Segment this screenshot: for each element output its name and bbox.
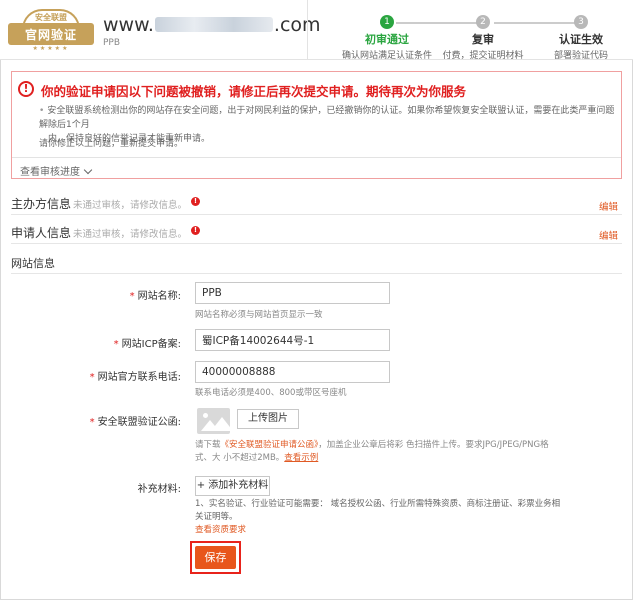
chevron-down-icon	[83, 165, 93, 175]
required-mark: *	[89, 372, 95, 383]
step-2: 2 复审 付费，提交证明材料	[428, 15, 538, 61]
alert-note: 请你修正以上问题，重新提交申请。	[39, 139, 184, 149]
edit-sponsor-link[interactable]: 编辑	[599, 199, 618, 213]
site-name-help: 网站名称必须与网站首页显示一致	[195, 310, 323, 320]
view-progress-label: 查看审核进度	[20, 167, 80, 178]
error-icon: !	[191, 197, 200, 206]
edit-applicant-link[interactable]: 编辑	[599, 228, 618, 242]
upload-help: 请下载《安全联盟验证申请公函》，加盖企业公章后将彩 色扫描件上传。要求JPG/J…	[195, 439, 560, 465]
section-status-note: 未通过审核，请修改信息。	[73, 200, 188, 211]
page-header: 安全联盟 官网验证 ★★★★★ www. .com PPB 1 初审通过 确认网站…	[0, 0, 633, 61]
section-status-note: 未通过审核，请修改信息。	[73, 229, 188, 240]
site-name-input[interactable]	[195, 282, 390, 304]
bullet-icon: •	[39, 106, 45, 116]
required-mark: *	[89, 417, 95, 428]
step-number: 3	[574, 15, 588, 29]
icp-label: * 网站ICP备案:	[11, 335, 181, 350]
progress-steps: 1 初审通过 确认网站满足认证条件 2 复审 付费，提交证明材料 3 认证生效 …	[307, 0, 633, 61]
image-placeholder-icon	[197, 408, 230, 434]
sponsor-info-section: 主办方信息 未通过审核，请修改信息。 ! 编辑	[11, 193, 622, 215]
site-short-name: PPB	[103, 38, 121, 48]
phone-help: 联系电话必须是400、800或带区号座机	[195, 388, 347, 398]
section-title: 主办方信息	[11, 197, 72, 211]
badge-top-text: 安全联盟	[35, 13, 67, 22]
alert-body-line1: 安全联盟系统检测出你的网站存在安全问题，出于对网民利益的保护，已经撤销你的认证。…	[39, 106, 615, 130]
supplementary-help: 1、实名验证、行业验证可能需要： 域名授权公函、行业所需特殊资质、商标注册证、彩…	[195, 498, 565, 537]
domain-prefix: www.	[103, 14, 154, 36]
save-button[interactable]: 保存	[195, 546, 236, 569]
step-1: 1 初审通过 确认网站满足认证条件	[332, 15, 442, 61]
icp-label-text: 网站ICP备案:	[121, 339, 181, 350]
add-supplementary-button[interactable]: + 添加补充材料	[195, 476, 270, 496]
badge-stars: ★★★★★	[32, 45, 70, 52]
revocation-alert: ! 你的验证申请因以下问题被撤销，请修正后再次提交申请。期待再次为你服务 • 安全…	[11, 71, 622, 179]
view-example-link[interactable]: 查看示例	[284, 453, 318, 463]
applicant-info-section: 申请人信息 未通过审核，请修改信息。 ! 编辑	[11, 222, 622, 244]
step-desc: 付费，提交证明材料	[442, 51, 524, 61]
step-number: 2	[476, 15, 490, 29]
step-title: 复审	[472, 33, 494, 46]
phone-label-text: 网站官方联系电话:	[97, 372, 181, 383]
phone-label: * 网站官方联系电话:	[11, 368, 181, 383]
supplementary-help-text: 1、实名验证、行业验证可能需要： 域名授权公函、行业所需特殊资质、商标注册证、彩…	[195, 499, 561, 522]
badge-main-text: 官网验证	[24, 28, 77, 42]
exclamation-icon: !	[18, 81, 34, 97]
site-name-label: * 网站名称:	[11, 287, 181, 302]
step-title: 初审通过	[365, 33, 409, 46]
section-title: 网站信息	[11, 257, 55, 270]
upload-image-button[interactable]: 上传图片	[237, 409, 299, 429]
step-desc: 确认网站满足认证条件	[341, 51, 432, 61]
step-desc: 部署验证代码	[553, 51, 608, 61]
alert-title: 你的验证申请因以下问题被撤销，请修正后再次提交申请。期待再次为你服务	[41, 84, 467, 99]
step-number: 1	[380, 15, 394, 29]
step-3: 3 认证生效 部署验证代码	[526, 15, 633, 61]
site-domain: www. .com	[103, 14, 321, 36]
domain-redacted	[154, 17, 273, 32]
letter-template-link[interactable]: 《安全联盟验证申请公函》	[221, 440, 319, 450]
alert-footer: 查看审核进度	[12, 157, 621, 179]
icp-input[interactable]	[195, 329, 390, 351]
website-info-section: 网站信息	[11, 252, 622, 274]
section-title: 申请人信息	[11, 226, 72, 240]
step-title: 认证生效	[559, 33, 603, 46]
upload-help-prefix: 请下载	[195, 440, 221, 450]
required-mark: *	[113, 339, 119, 350]
site-name-label-text: 网站名称:	[137, 291, 181, 302]
verification-letter-label-text: 安全联盟验证公函:	[97, 417, 181, 428]
error-icon: !	[191, 226, 200, 235]
phone-input[interactable]	[195, 361, 390, 383]
view-requirements-link[interactable]: 查看资质要求	[195, 524, 565, 537]
required-mark: *	[129, 291, 135, 302]
supplementary-label: 补充材料:	[137, 484, 181, 495]
verification-letter-label: * 安全联盟验证公函:	[11, 413, 181, 428]
verification-badge-logo: 安全联盟 官网验证 ★★★★★	[8, 9, 94, 52]
view-progress-link[interactable]: 查看审核进度	[20, 163, 93, 178]
